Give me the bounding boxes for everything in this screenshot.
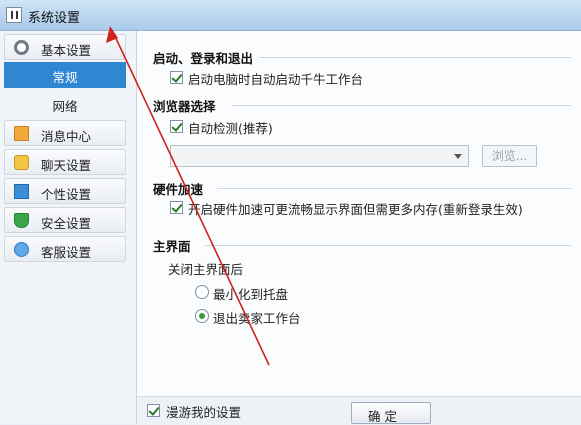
section-divider (259, 57, 571, 58)
mail-icon (14, 126, 29, 141)
section-title-browser: 浏览器选择 (153, 99, 216, 114)
section-divider (205, 245, 571, 246)
section-divider (232, 105, 571, 106)
check-icon (171, 201, 183, 213)
ok-button[interactable]: 确 定 (351, 402, 431, 424)
sidebar-item-message-center[interactable]: 消息中心 (4, 120, 126, 146)
check-icon (171, 120, 183, 132)
person-icon (14, 184, 29, 199)
gear-icon (14, 40, 29, 55)
sidebar-item-label: 客服设置 (41, 245, 92, 260)
sidebar: 基本设置 常规 网络 消息中心 聊天设置 个性设置 安全设置 客服设置 (0, 31, 137, 424)
sidebar-item-label: 消息中心 (41, 129, 92, 144)
sidebar-item-security-settings[interactable]: 安全设置 (4, 207, 126, 233)
sidebar-subitem-network[interactable]: 网络 (4, 91, 126, 117)
check-icon (171, 71, 183, 83)
window-title: 系统设置 (28, 11, 81, 26)
section-title-hardware: 硬件加速 (153, 182, 204, 197)
autostart-checkbox[interactable] (170, 71, 183, 84)
hardware-accel-label: 开启硬件加速可更流畅显示界面但需更多内存(重新登录生效) (188, 202, 523, 217)
service-icon (14, 242, 29, 257)
exit-workbench-radio[interactable] (195, 309, 209, 323)
hardware-accel-checkbox[interactable] (170, 201, 183, 214)
sidebar-subitem-label: 常规 (52, 70, 78, 85)
roam-settings-checkbox[interactable] (147, 404, 160, 417)
chevron-down-icon[interactable] (450, 148, 466, 164)
minimize-to-tray-label: 最小化到托盘 (213, 287, 289, 302)
radio-dot-icon (199, 313, 205, 319)
sidebar-item-basic-settings[interactable]: 基本设置 (4, 34, 126, 60)
title-bar: 系统设置 (0, 0, 581, 31)
minimize-to-tray-radio[interactable] (195, 285, 209, 299)
browser-select[interactable] (170, 145, 469, 167)
settings-panel: 启动、登录和退出 启动电脑时自动启动千牛工作台 浏览器选择 自动检测(推荐) 浏… (137, 31, 581, 396)
section-title-startup: 启动、登录和退出 (153, 51, 254, 66)
autodetect-label: 自动检测(推荐) (188, 121, 273, 136)
sidebar-item-personal-settings[interactable]: 个性设置 (4, 178, 126, 204)
section-title-main-ui: 主界面 (153, 239, 191, 254)
browse-button[interactable]: 浏览... (482, 145, 537, 167)
autostart-label: 启动电脑时自动启动千牛工作台 (188, 72, 364, 87)
sidebar-item-service-settings[interactable]: 客服设置 (4, 236, 126, 262)
sidebar-subitem-general[interactable]: 常规 (4, 62, 126, 88)
sidebar-item-label: 个性设置 (41, 187, 92, 202)
sidebar-item-label: 聊天设置 (41, 158, 92, 173)
autodetect-checkbox[interactable] (170, 120, 183, 133)
section-divider (217, 188, 571, 189)
close-behavior-label: 关闭主界面后 (168, 262, 244, 277)
sidebar-item-label: 安全设置 (41, 216, 92, 231)
roam-settings-label: 漫游我的设置 (166, 405, 242, 420)
sidebar-subitem-label: 网络 (52, 99, 78, 114)
app-icon (6, 7, 22, 23)
ok-button-label: 确 定 (368, 409, 397, 424)
dialog-footer: 漫游我的设置 确 定 (137, 396, 581, 425)
check-icon (148, 404, 160, 416)
chat-icon (14, 155, 29, 170)
sidebar-item-chat-settings[interactable]: 聊天设置 (4, 149, 126, 175)
exit-workbench-label: 退出卖家工作台 (213, 311, 301, 326)
sidebar-item-label: 基本设置 (41, 43, 92, 58)
shield-icon (14, 213, 29, 228)
